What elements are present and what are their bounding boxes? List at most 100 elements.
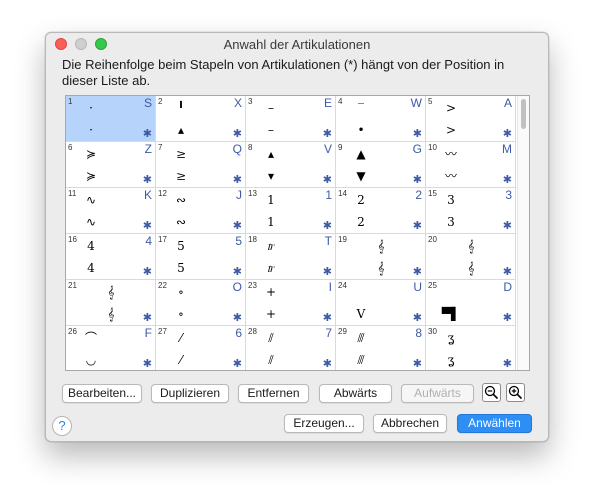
articulation-cell[interactable]: 2 X ╹ ▴ ✱	[156, 96, 246, 142]
articulation-cell[interactable]: 13 1 1 1 ✱	[246, 188, 336, 234]
articulation-glyph-below: ≥	[175, 169, 187, 183]
move-up-button[interactable]: Aufwärts	[401, 384, 474, 403]
articulation-cell[interactable]: 23 I + + ✱	[246, 280, 336, 326]
articulation-grid[interactable]: 1 S · · ✱ 2 X ╹ ▴ ✱ 3 E – – ✱ 4 W ‾ • ✱ 5 A > > ✱ 6 Z ≽ ≽ ✱ 7 Q ≥ ≥ ✱ 8 V ▴ ▾ ✱…	[65, 95, 530, 371]
cell-number: 4	[338, 97, 343, 106]
articulation-glyph-above: ⌒	[84, 331, 97, 345]
cell-shortcut-key: Z	[144, 142, 152, 156]
articulation-cell[interactable]: 17 5 5 5 ✱	[156, 234, 246, 280]
articulation-glyph-below: 5	[177, 261, 185, 275]
articulation-cell[interactable]: 3 E – – ✱	[246, 96, 336, 142]
articulation-glyph-below: 𝆖	[267, 261, 275, 275]
stacking-star-icon: ✱	[412, 174, 422, 186]
articulation-glyph-above: ⫻	[357, 331, 365, 345]
cell-number: 20	[428, 235, 437, 244]
stacking-star-icon: ✱	[502, 266, 512, 278]
articulation-cell[interactable]: 30 ʓ ʓ ✱	[426, 326, 516, 370]
articulation-glyph-below: ⫻	[357, 353, 365, 367]
zoom-in-button[interactable]	[506, 383, 525, 402]
cell-shortcut-key: O	[232, 280, 242, 294]
cell-shortcut-key: 1	[325, 188, 332, 202]
stacking-star-icon: ✱	[142, 358, 152, 370]
articulation-glyph-above: 4	[87, 239, 95, 253]
articulation-glyph-below: ∾	[175, 215, 187, 229]
stacking-star-icon: ✱	[502, 220, 512, 232]
articulation-cell[interactable]: 4 W ‾ • ✱	[336, 96, 426, 142]
articulation-glyph-below: ⁄	[179, 353, 182, 367]
articulation-cell[interactable]: 5 A > > ✱	[426, 96, 516, 142]
cell-shortcut-key: A	[503, 96, 512, 110]
cell-shortcut-key: E	[323, 96, 332, 110]
articulation-glyph-below: ≽	[85, 169, 97, 183]
articulation-cell[interactable]: 20 𝄞 𝄞 ✱	[426, 234, 516, 280]
vertical-scrollbar[interactable]	[517, 96, 529, 370]
articulation-glyph-below: V	[356, 307, 366, 321]
articulation-cell[interactable]: 9 G ▲ ▼ ✱	[336, 142, 426, 188]
articulation-glyph-above: ∾	[175, 193, 187, 207]
articulation-cell[interactable]: 18 T 𝆖 𝆖 ✱	[246, 234, 336, 280]
cell-shortcut-key: 3	[505, 188, 512, 202]
articulation-glyph-above: 〰	[444, 147, 457, 161]
articulation-selection-dialog: Anwahl der Artikulationen Die Reihenfolg…	[45, 32, 549, 442]
cancel-button[interactable]: Abbrechen	[373, 414, 447, 433]
cell-number: 8	[248, 143, 253, 152]
articulation-cell[interactable]: 14 2 2 2 ✱	[336, 188, 426, 234]
articulation-cell[interactable]: 1 S · · ✱	[66, 96, 156, 142]
articulation-cell[interactable]: 19 𝄞 𝄞 ✱	[336, 234, 426, 280]
articulation-cell[interactable]: 11 K ∿ ∿ ✱	[66, 188, 156, 234]
articulation-cell[interactable]: 16 4 4 4 ✱	[66, 234, 156, 280]
stacking-star-icon: ✱	[502, 128, 512, 140]
remove-button[interactable]: Entfernen	[238, 384, 309, 403]
stacking-star-icon: ✱	[412, 128, 422, 140]
title-bar: Anwahl der Artikulationen	[46, 33, 548, 55]
articulation-cell[interactable]: 22 O ∘ ∘ ✱	[156, 280, 246, 326]
stacking-star-icon: ✱	[232, 266, 242, 278]
articulation-cell[interactable]: 21 𝄞 𝄞 ✱	[66, 280, 156, 326]
stacking-star-icon: ✱	[412, 312, 422, 324]
articulation-cell[interactable]: 25 D ▀▌ ✱	[426, 280, 516, 326]
cell-shortcut-key: 4	[145, 234, 152, 248]
help-button[interactable]: ?	[52, 416, 72, 436]
cell-number: 5	[428, 97, 433, 106]
cell-number: 9	[338, 143, 343, 152]
duplicate-button[interactable]: Duplizieren	[151, 384, 229, 403]
stacking-star-icon: ✱	[412, 266, 422, 278]
articulation-cell[interactable]: 12 J ∾ ∾ ✱	[156, 188, 246, 234]
stacking-star-icon: ✱	[232, 358, 242, 370]
edit-button[interactable]: Bearbeiten...	[62, 384, 142, 403]
articulation-cell[interactable]: 6 Z ≽ ≽ ✱	[66, 142, 156, 188]
articulation-glyph-below: ∘	[178, 307, 184, 321]
articulation-glyph-above: 𝆖	[267, 239, 275, 253]
articulation-glyph-below: ·	[89, 123, 93, 137]
cell-shortcut-key: 5	[235, 234, 242, 248]
create-button[interactable]: Erzeugen...	[284, 414, 364, 433]
articulation-cell[interactable]: 29 8 ⫻ ⫻ ✱	[336, 326, 426, 370]
articulation-cell[interactable]: 28 7 ⫽ ⫽ ✱	[246, 326, 336, 370]
articulation-cell[interactable]: 27 6 ⁄ ⁄ ✱	[156, 326, 246, 370]
stacking-star-icon: ✱	[142, 312, 152, 324]
cell-shortcut-key: M	[502, 142, 512, 156]
articulation-glyph-above: ∿	[85, 193, 97, 207]
cell-shortcut-key: K	[143, 188, 152, 202]
zoom-out-button[interactable]	[482, 383, 501, 402]
articulation-glyph-above: +	[265, 285, 277, 299]
articulation-glyph-below: 〰	[444, 169, 457, 183]
articulation-cell[interactable]: 24 U V ✱	[336, 280, 426, 326]
articulation-cell[interactable]: 26 F ⌒ ◡ ✱	[66, 326, 156, 370]
stacking-star-icon: ✱	[142, 174, 152, 186]
cell-shortcut-key: 2	[415, 188, 422, 202]
select-button[interactable]: Anwählen	[457, 414, 532, 433]
scrollbar-thumb[interactable]	[521, 99, 526, 129]
articulation-cell[interactable]: 7 Q ≥ ≥ ✱	[156, 142, 246, 188]
articulation-glyph-below: ʓ	[447, 353, 455, 367]
stacking-star-icon: ✱	[142, 128, 152, 140]
cell-number: 7	[158, 143, 163, 152]
articulation-cell[interactable]: 8 V ▴ ▾ ✱	[246, 142, 336, 188]
cell-number: 1	[68, 97, 73, 106]
stacking-star-icon: ✱	[322, 312, 332, 324]
articulation-cell[interactable]: 15 3 3 3 ✱	[426, 188, 516, 234]
articulation-glyph-above: 𝄞	[107, 285, 115, 299]
articulation-cell[interactable]: 10 M 〰〰 ✱	[426, 142, 516, 188]
move-down-button[interactable]: Abwärts	[319, 384, 392, 403]
articulation-glyph-below: –	[268, 123, 274, 137]
